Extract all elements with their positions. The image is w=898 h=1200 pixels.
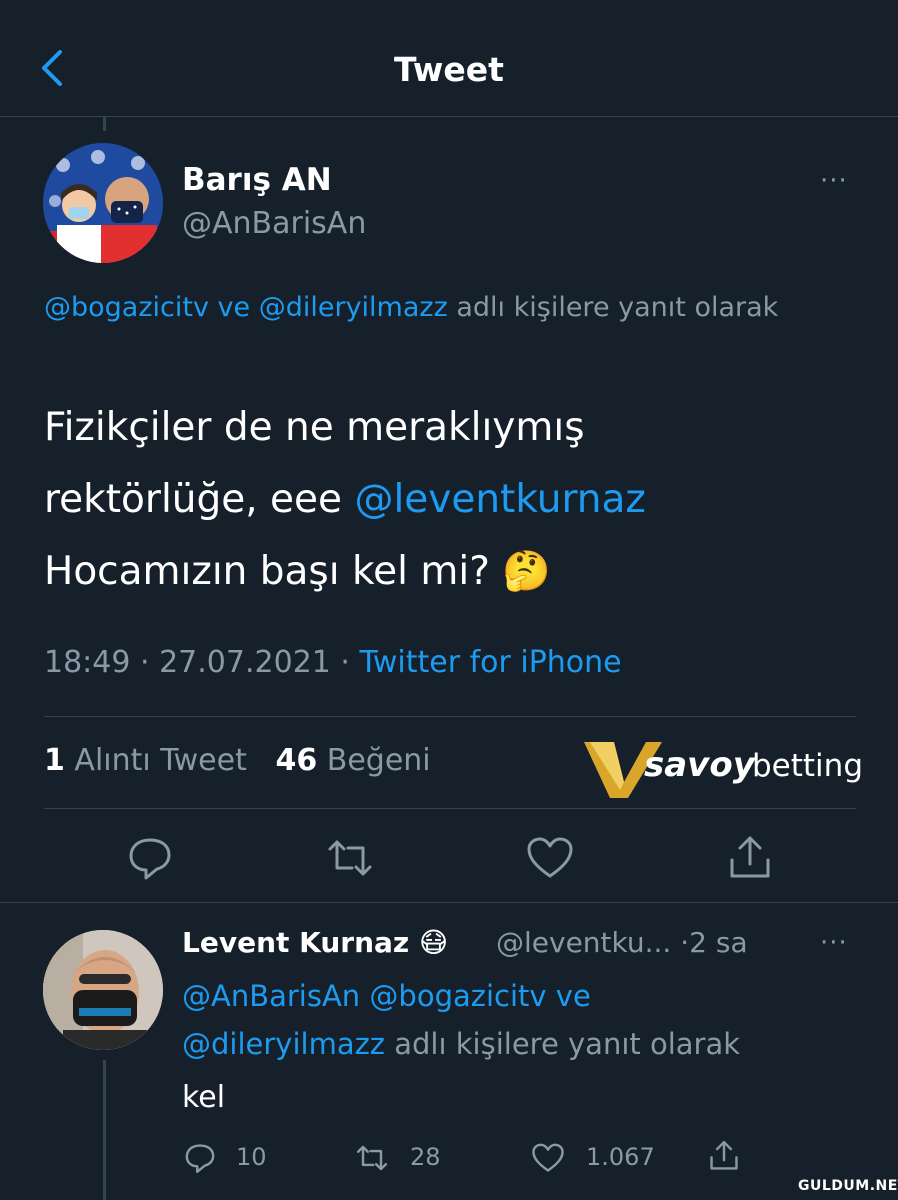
reply-icon[interactable] <box>182 1140 218 1176</box>
tweet-meta: 18:49 · 27.07.2021 · Twitter for iPhone <box>44 645 622 680</box>
tweet-text: Fizikçiler de ne meraklıymış rektörlüğe,… <box>44 392 854 608</box>
savoybetting-logo: savoy betting <box>580 736 870 802</box>
quote-label: Alıntı Tweet <box>74 743 247 778</box>
author-avatar[interactable] <box>43 143 163 263</box>
like-count: 1.067 <box>586 1143 655 1171</box>
quote-tweets-link[interactable]: 1 Alıntı Tweet <box>44 743 247 778</box>
mention-link[interactable]: @AnBarisAn <box>182 979 360 1013</box>
tweet-source[interactable]: Twitter for iPhone <box>360 645 622 680</box>
like-label: Beğeni <box>326 743 431 778</box>
reply-author[interactable]: Levent Kurnaz 😷 <box>182 926 448 959</box>
quote-count: 1 <box>44 743 65 778</box>
mention-link[interactable]: @bogazicitv <box>369 979 546 1013</box>
like-count: 46 <box>275 743 318 778</box>
share-icon[interactable] <box>706 1138 742 1174</box>
reply-icon[interactable] <box>124 832 176 884</box>
like-icon[interactable] <box>524 832 576 884</box>
tweet-stats: 1 Alıntı Tweet 46 Beğeni <box>44 743 431 778</box>
share-icon[interactable] <box>724 832 776 884</box>
meta-dot: · <box>340 645 360 680</box>
reply-context: @bogazicitv ve @dileryilmazz adlı kişile… <box>44 283 854 333</box>
mention-link[interactable]: @dileryilmazz <box>259 292 448 323</box>
meta-dot: · <box>140 645 160 680</box>
author-name[interactable]: Barış AN <box>182 162 332 198</box>
reply-text: kel <box>182 1080 226 1115</box>
tweet-time: 18:49 <box>44 645 131 680</box>
mention-link[interactable]: @bogazicitv <box>44 292 209 323</box>
divider <box>44 716 856 717</box>
reply-suffix: adlı kişilere yanıt olarak <box>394 1027 741 1061</box>
tweet-date: 27.07.2021 <box>159 645 331 680</box>
divider <box>44 808 856 809</box>
tweet-line: Fizikçiler de ne meraklıymış <box>44 405 585 450</box>
divider <box>0 902 898 903</box>
tweet-text-segment: rektörlüğe, eee <box>44 477 343 522</box>
reply-author-avatar[interactable] <box>43 930 163 1050</box>
thinking-emoji: 🤔 <box>502 549 551 594</box>
mention-link[interactable]: @dileryilmazz <box>182 1027 385 1061</box>
reply-count: 10 <box>236 1143 267 1171</box>
reply-handle-row: @leventku... ·2 sa <box>496 926 748 959</box>
author-handle[interactable]: @AnBarisAn <box>182 206 366 241</box>
more-icon[interactable]: ··· <box>820 166 848 196</box>
thread-line <box>103 117 106 131</box>
logo-suffix: betting <box>752 748 863 784</box>
header-divider <box>0 116 898 117</box>
retweet-icon[interactable] <box>354 1140 390 1176</box>
reply-time: ·2 sa <box>680 926 748 959</box>
like-icon[interactable] <box>530 1140 566 1176</box>
mask-emoji: 😷 <box>418 926 449 959</box>
retweet-icon[interactable] <box>324 832 376 884</box>
tweet-line: rektörlüğe, eee @leventkurnaz <box>44 464 854 536</box>
reply-suffix: adlı kişilere yanıt olarak <box>456 292 779 323</box>
likes-link[interactable]: 46 Beğeni <box>275 743 430 778</box>
reply-and: ve <box>555 979 591 1013</box>
page-title: Tweet <box>394 50 504 89</box>
site-watermark: GULDUM.NET <box>798 1178 898 1194</box>
reply-and: ve <box>217 292 251 323</box>
mention-link[interactable]: @leventkurnaz <box>354 477 645 522</box>
retweet-count: 28 <box>410 1143 441 1171</box>
reply-context: @AnBarisAn @bogazicitv ve @dileryilmazz … <box>182 972 862 1068</box>
reply-author-name: Levent Kurnaz <box>182 926 410 959</box>
more-icon[interactable]: ··· <box>820 928 848 958</box>
thread-line <box>103 1060 106 1200</box>
tweet-line: Hocamızın başı kel mi? 🤔 <box>44 536 854 608</box>
tweet-text-segment: Hocamızın başı kel mi? <box>44 549 490 594</box>
reply-author-handle[interactable]: @leventku... <box>496 926 671 959</box>
logo-brand: savoy <box>644 745 757 785</box>
